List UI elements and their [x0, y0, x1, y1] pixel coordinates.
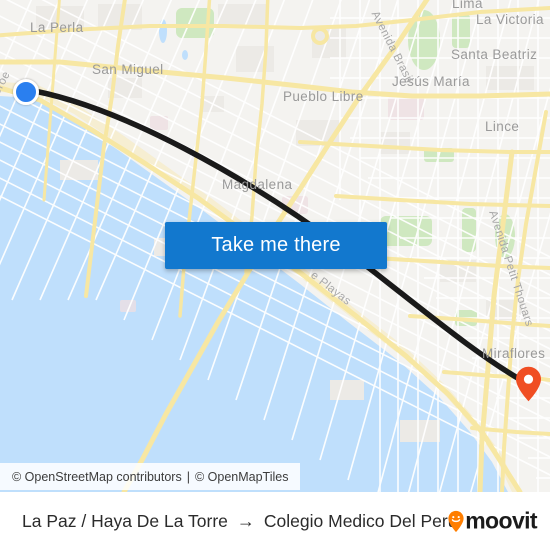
moovit-pin-icon [448, 510, 464, 532]
route-summary: La Paz / Haya De La Torre → Colegio Medi… [22, 511, 457, 532]
route-destination-label: Colegio Medico Del Peru [263, 510, 458, 531]
take-me-there-label: Take me there [211, 234, 341, 256]
route-origin-label: La Paz / Haya De La Torre [22, 510, 228, 531]
take-me-there-button[interactable]: Take me there [165, 222, 387, 269]
map-canvas[interactable]: La Perla San Miguel Pueblo Libre Magdalena L… [0, 0, 550, 492]
arrow-right-icon: → [236, 511, 255, 531]
destination-marker[interactable] [515, 366, 542, 402]
map-attribution: © OpenStreetMap contributors | © OpenMap… [0, 463, 301, 490]
moovit-wordmark: moovit [465, 507, 537, 534]
moovit-logo[interactable]: moovit [448, 507, 538, 535]
attribution-osm[interactable]: © OpenStreetMap contributors [12, 470, 182, 484]
moovit-route-card: La Perla San Miguel Pueblo Libre Magdalena L… [0, 0, 550, 550]
attribution-openmaptiles[interactable]: © OpenMapTiles [195, 470, 289, 484]
attribution-separator: | [186, 469, 190, 484]
route-footer: La Paz / Haya De La Torre → Colegio Medi… [0, 492, 550, 550]
origin-marker[interactable] [13, 79, 39, 105]
